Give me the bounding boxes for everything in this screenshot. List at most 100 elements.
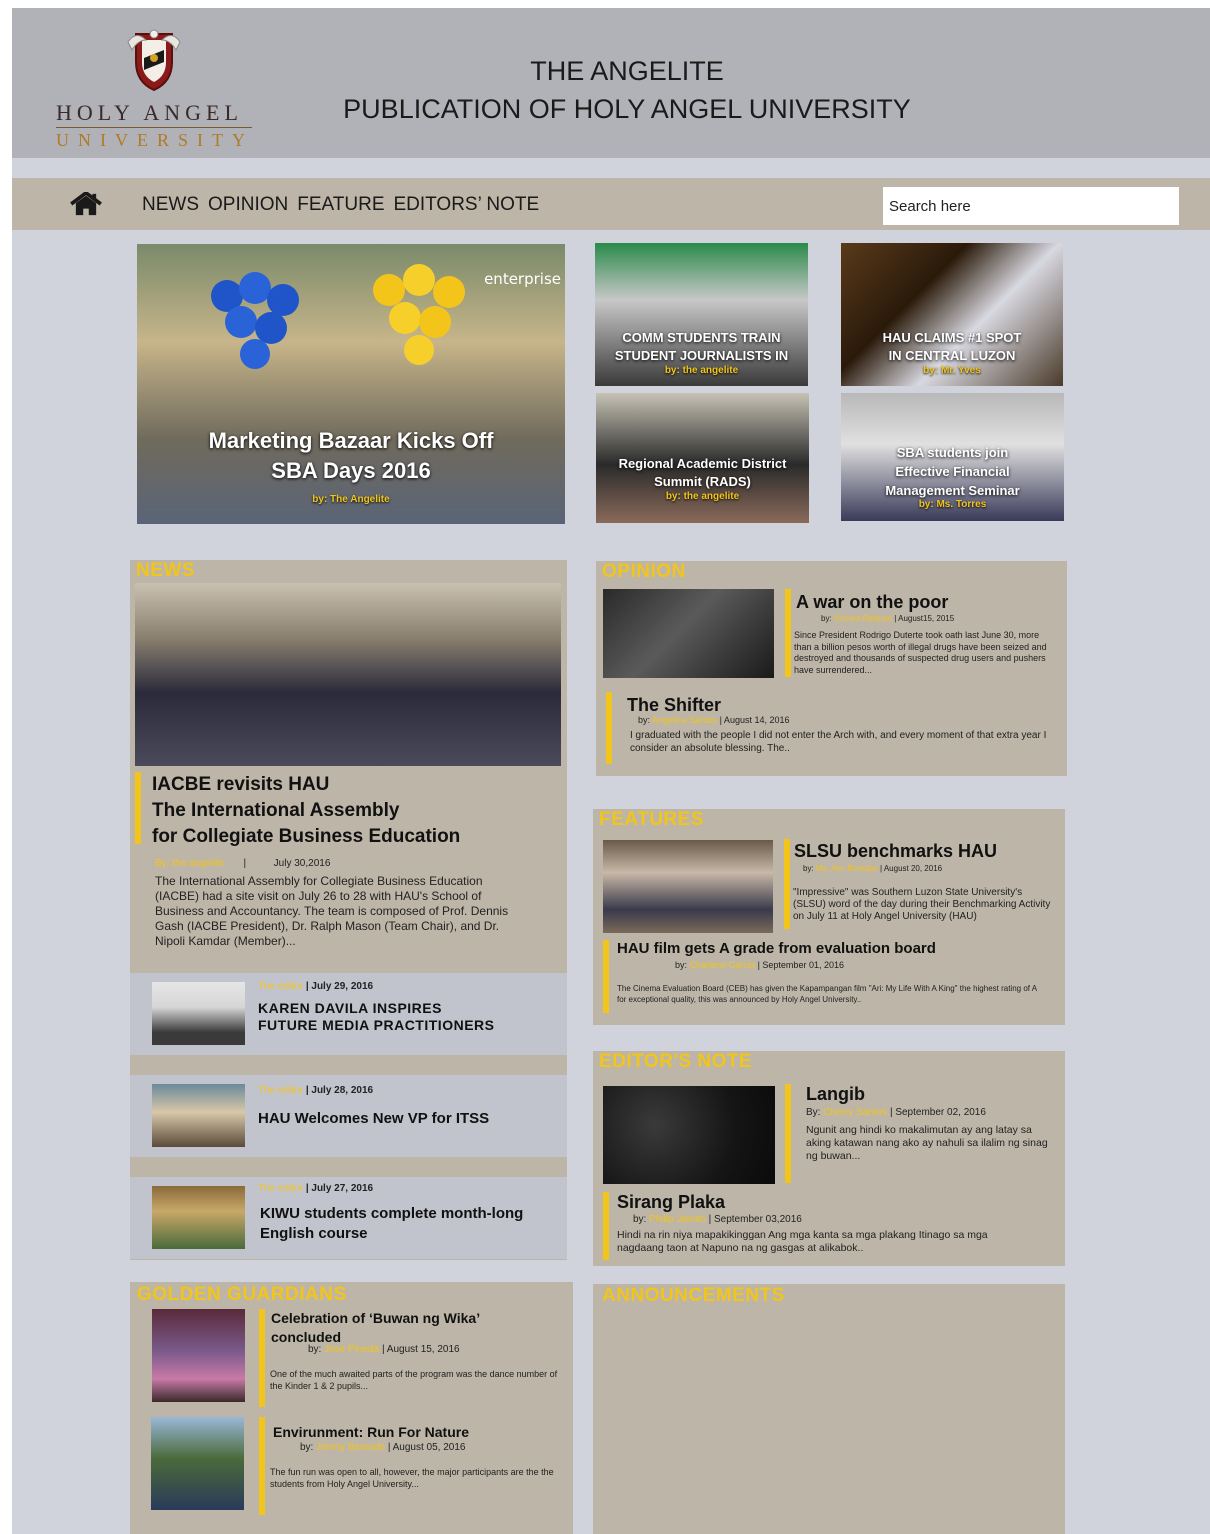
features-section-title: FEATURES: [599, 809, 704, 830]
hero-main-title-line2: SBA Days 2016: [271, 458, 431, 483]
news-item-thumb: [152, 1186, 245, 1249]
crest-icon: [127, 29, 181, 92]
news-lead-image[interactable]: [135, 583, 561, 766]
hero-tile-4-byline: by: Ms. Torres: [918, 499, 987, 510]
news-lead-date: July 30,2016: [273, 858, 331, 869]
hero-tile-rads[interactable]: Regional Academic District Summit (RADS)…: [596, 393, 809, 523]
opinion-article-1-image[interactable]: [603, 589, 774, 678]
hero-tile-1-title-line1: COMM STUDENTS TRAIN: [622, 330, 781, 345]
editors-note-article-1-image[interactable]: [603, 1086, 775, 1184]
hero-main-byline: by: The Angelite: [312, 494, 390, 505]
news-item-title[interactable]: KIWU students complete month-long Englis…: [260, 1204, 523, 1244]
editors-note-section: EDITOR'S NOTE Langib By: Cherry Santos |…: [593, 1051, 1065, 1266]
site-title: THE ANGELITE PUBLICATION OF HOLY ANGEL U…: [312, 52, 942, 128]
features-article-1-image[interactable]: [603, 840, 773, 933]
news-item[interactable]: The editor | July 27, 2016 KIWU students…: [130, 1177, 567, 1259]
features-article-1-title[interactable]: SLSU benchmarks HAU: [794, 841, 997, 862]
news-item-title-line1: KAREN DAVILA INSPIRES: [258, 1000, 442, 1016]
editors-note-section-title: EDITOR'S NOTE: [599, 1051, 753, 1072]
university-logo[interactable]: HOLY ANGEL UNIVERSITY: [56, 26, 256, 152]
news-item-thumb: [152, 1084, 245, 1147]
golden-article-1-title[interactable]: Celebration of ‘Buwan ng Wika’ concluded: [271, 1309, 480, 1347]
hero-main-title-line1: Marketing Bazaar Kicks Off: [208, 428, 494, 453]
golden-guardians-section: GOLDEN GUARDIANS Celebration of ‘Buwan n…: [130, 1282, 573, 1534]
opinion-article-2-meta: by: Angelica Santos | August 14, 2016: [638, 715, 790, 725]
golden-article-2-author[interactable]: Jimmy Bemudo: [316, 1442, 385, 1453]
news-lead-title[interactable]: IACBE revisits HAU The International Ass…: [152, 772, 460, 850]
news-item-title-line2: English course: [260, 1225, 368, 1242]
golden-article-1-author[interactable]: Jose Pineda: [324, 1344, 379, 1355]
news-item-author[interactable]: The editor: [258, 1183, 303, 1194]
opinion-article-1-accent: [785, 589, 791, 677]
opinion-article-2-by: by:: [638, 715, 651, 725]
hero-tile-comm-students[interactable]: COMM STUDENTS TRAIN STUDENT JOURNALISTS …: [595, 243, 808, 386]
golden-article-1-meta: by: Jose Pineda | August 15, 2016: [308, 1344, 460, 1355]
news-lead-title-line2: The International Assembly: [152, 800, 400, 821]
news-lead-meta: By: the angelite | July 30,2016: [155, 858, 330, 869]
features-article-1-excerpt: "Impressive" was Southern Luzon State Un…: [793, 887, 1051, 922]
news-lead-title-line3: for Collegiate Business Education: [152, 826, 461, 847]
hero-tile-sba-seminar[interactable]: SBA students join Effective Financial Ma…: [841, 393, 1064, 521]
nav-opinion[interactable]: OPINION: [208, 194, 288, 216]
editors-note-article-2-meta: by: Philip Jamito | September 03,2016: [633, 1214, 802, 1225]
hero-tile-4-title-line1: SBA students join: [896, 445, 1009, 460]
golden-article-2-meta: by: Jimmy Bemudo | August 05, 2016: [300, 1442, 465, 1453]
announcements-section-title: ANNOUNCEMENTS: [602, 1285, 785, 1306]
announcements-section: ANNOUNCEMENTS: [593, 1284, 1065, 1534]
opinion-article-1-title[interactable]: A war on the poor: [796, 592, 948, 613]
news-section-title: NEWS: [136, 560, 195, 581]
home-icon[interactable]: [68, 192, 104, 216]
opinion-article-1-author[interactable]: Vincent Balahan: [834, 614, 892, 623]
news-item[interactable]: The editor | July 29, 2016 KAREN DAVILA …: [130, 973, 567, 1055]
editors-note-article-2-author[interactable]: Philip Jamito: [649, 1214, 706, 1225]
news-item-meta: The editor | July 29, 2016: [258, 981, 373, 992]
news-lead-author[interactable]: By: the angelite: [155, 858, 224, 869]
news-lead-title-line1: IACBE revisits HAU: [152, 774, 330, 795]
features-article-1-by: by:: [803, 864, 814, 873]
news-lead-excerpt: The International Assembly for Collegiat…: [155, 874, 509, 948]
news-item-date: | July 29, 2016: [305, 981, 374, 992]
golden-article-2-image[interactable]: [151, 1417, 244, 1510]
news-item[interactable]: The editor | July 28, 2016 HAU Welcomes …: [130, 1075, 567, 1157]
opinion-article-2-title[interactable]: The Shifter: [627, 695, 721, 716]
nav-bar: NEWS OPINION FEATURE EDITORS’ NOTE: [12, 178, 1210, 230]
opinion-article-2-excerpt: I graduated with the people I did not en…: [630, 730, 1047, 754]
hero-main-story[interactable]: enterprise Marketing Bazaar Kicks Off SB…: [137, 244, 565, 524]
opinion-article-1-meta: by: Vincent Balahan | August15, 2015: [821, 614, 954, 623]
hero-tile-1-byline: by: the angelite: [664, 365, 739, 376]
nav-editors-note[interactable]: EDITORS’ NOTE: [394, 194, 540, 216]
golden-article-1-image[interactable]: [152, 1309, 245, 1402]
editors-note-article-2-by: by:: [633, 1214, 647, 1225]
nav-news[interactable]: NEWS: [142, 194, 199, 216]
features-article-1-author[interactable]: Ma. Ann Bernabe: [816, 864, 878, 873]
hero-tile-hau-claims[interactable]: HAU CLAIMS #1 SPOT IN CENTRAL LUZON by: …: [841, 243, 1063, 386]
golden-article-2-title[interactable]: Envirunment: Run For Nature: [273, 1424, 469, 1440]
golden-article-1-accent: [259, 1309, 265, 1407]
hero-tile-4-title-line3: Management Seminar: [885, 483, 1020, 498]
news-item-title[interactable]: HAU Welcomes New VP for ITSS: [258, 1110, 489, 1127]
search-input[interactable]: [883, 187, 1179, 225]
editors-note-article-1-excerpt: Ngunit ang hindi ko makalimutan ay ang l…: [806, 1124, 1048, 1162]
hero-tile-1-title: COMM STUDENTS TRAIN STUDENT JOURNALISTS …: [595, 329, 808, 365]
opinion-article-2-date: | August 14, 2016: [719, 715, 790, 725]
golden-article-1-by: by:: [308, 1344, 322, 1355]
news-item-author[interactable]: The editor: [258, 981, 303, 992]
editors-note-article-2-date: | September 03,2016: [708, 1214, 802, 1225]
golden-article-2-accent: [259, 1417, 265, 1515]
news-item-date: | July 27, 2016: [305, 1183, 374, 1194]
features-article-2-author[interactable]: Charlene Garcia: [690, 960, 756, 970]
nav-feature[interactable]: FEATURE: [297, 194, 384, 216]
features-article-2-title[interactable]: HAU film gets A grade from evaluation bo…: [617, 940, 936, 957]
news-item-author[interactable]: The editor: [258, 1085, 303, 1096]
hero-tile-2-byline: by: Mr. Yves: [923, 365, 981, 376]
features-article-2-by: by:: [675, 960, 688, 970]
editors-note-article-1-title[interactable]: Langib: [806, 1084, 865, 1105]
editors-note-article-1-author[interactable]: Cherry Santos: [823, 1107, 887, 1118]
editors-note-article-2-title[interactable]: Sirang Plaka: [617, 1192, 725, 1213]
opinion-article-2-author[interactable]: Angelica Santos: [652, 715, 717, 725]
news-item-meta: The editor | July 27, 2016: [258, 1183, 373, 1194]
opinion-section: OPINION A war on the poor by: Vincent Ba…: [596, 561, 1067, 776]
features-article-2-meta: by: Charlene Garcia | September 01, 2016: [675, 960, 844, 970]
news-item-title[interactable]: KAREN DAVILA INSPIRES FUTURE MEDIA PRACT…: [258, 1000, 494, 1034]
hero-tile-3-title-line2: Summit (RADS): [654, 474, 751, 489]
